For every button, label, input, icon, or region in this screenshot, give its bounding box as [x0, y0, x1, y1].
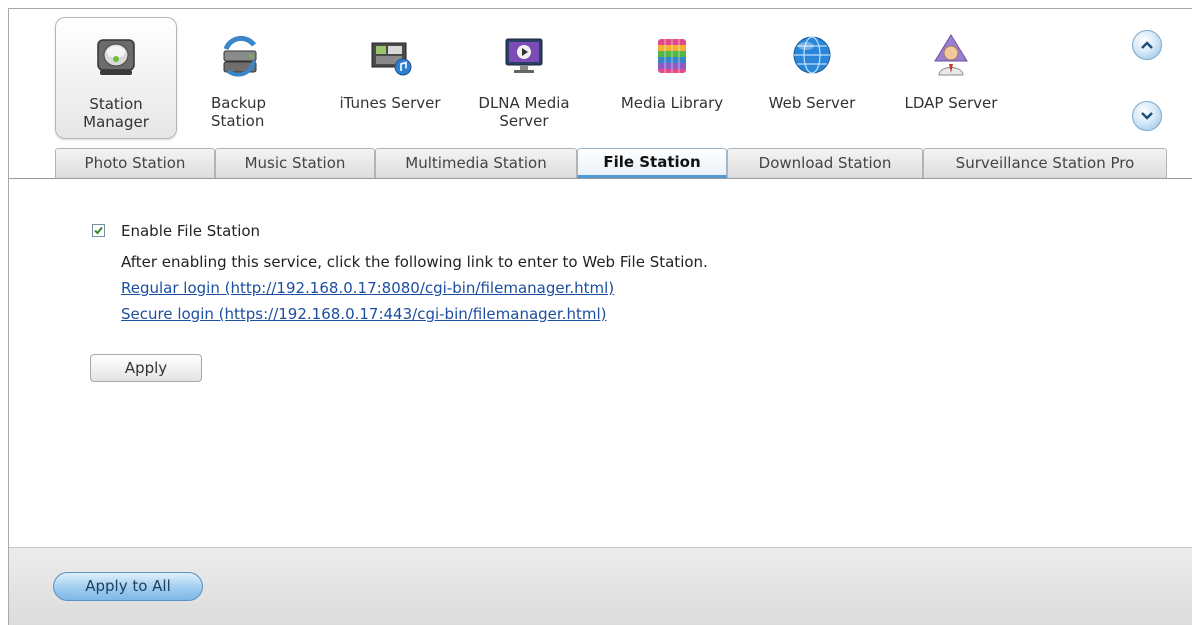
- secure-login-link[interactable]: Secure login (https://192.168.0.17:443/c…: [121, 305, 606, 323]
- ldap-server-icon: [927, 31, 975, 79]
- enable-file-station-label[interactable]: Enable File Station: [121, 222, 260, 240]
- file-station-panel: Enable File Station After enabling this …: [9, 179, 1192, 547]
- station-tabs: Photo Station Music Station Multimedia S…: [9, 148, 1192, 179]
- enable-file-station-checkbox[interactable]: [92, 224, 105, 237]
- tab-photo-station[interactable]: Photo Station: [55, 148, 215, 178]
- web-server-icon: [788, 31, 836, 79]
- footer-bar: Apply to All: [9, 547, 1192, 625]
- tab-multimedia-station[interactable]: Multimedia Station: [375, 148, 577, 178]
- backup-station-icon: [216, 31, 264, 79]
- toolbar-item-label: DLNA Media Server: [478, 94, 570, 130]
- toolbar-item-label: Station Manager: [83, 95, 149, 131]
- toolbar-item-dlna-media-server[interactable]: DLNA Media Server: [464, 17, 584, 139]
- chevron-up-icon: [1141, 41, 1153, 49]
- service-description: After enabling this service, click the f…: [121, 253, 708, 271]
- scroll-up-button[interactable]: [1132, 30, 1162, 60]
- toolbar-item-label: Web Server: [768, 94, 856, 112]
- toolbar-item-label: iTunes Server: [339, 94, 441, 112]
- media-library-icon: [648, 31, 696, 79]
- toolbar-item-station-manager[interactable]: Station Manager: [55, 17, 177, 139]
- tab-download-station[interactable]: Download Station: [727, 148, 923, 178]
- itunes-server-icon: [366, 31, 414, 79]
- app-window: Station Manager Backup Station iTunes Se…: [8, 8, 1192, 625]
- toolbar-item-itunes-server[interactable]: iTunes Server: [327, 17, 453, 139]
- station-manager-icon: [92, 32, 140, 80]
- checkmark-icon: [94, 226, 103, 235]
- toolbar-item-ldap-server[interactable]: LDAP Server: [891, 17, 1011, 139]
- scroll-down-button[interactable]: [1132, 101, 1162, 131]
- tab-music-station[interactable]: Music Station: [215, 148, 375, 178]
- chevron-down-icon: [1141, 112, 1153, 120]
- toolbar-item-label: Media Library: [620, 94, 724, 112]
- toolbar-item-label: Backup Station: [211, 94, 266, 130]
- toolbar-item-label: LDAP Server: [904, 94, 998, 112]
- toolbar-item-media-library[interactable]: Media Library: [605, 17, 739, 139]
- toolbar-item-web-server[interactable]: Web Server: [757, 17, 867, 139]
- tab-surveillance-station-pro[interactable]: Surveillance Station Pro: [923, 148, 1167, 178]
- apply-to-all-button[interactable]: Apply to All: [53, 572, 203, 601]
- dlna-media-server-icon: [500, 31, 548, 79]
- regular-login-link[interactable]: Regular login (http://192.168.0.17:8080/…: [121, 279, 614, 297]
- apply-button[interactable]: Apply: [90, 354, 202, 382]
- service-toolbar: Station Manager Backup Station iTunes Se…: [9, 9, 1192, 145]
- toolbar-item-backup-station[interactable]: Backup Station: [195, 17, 285, 139]
- tab-file-station[interactable]: File Station: [577, 148, 727, 178]
